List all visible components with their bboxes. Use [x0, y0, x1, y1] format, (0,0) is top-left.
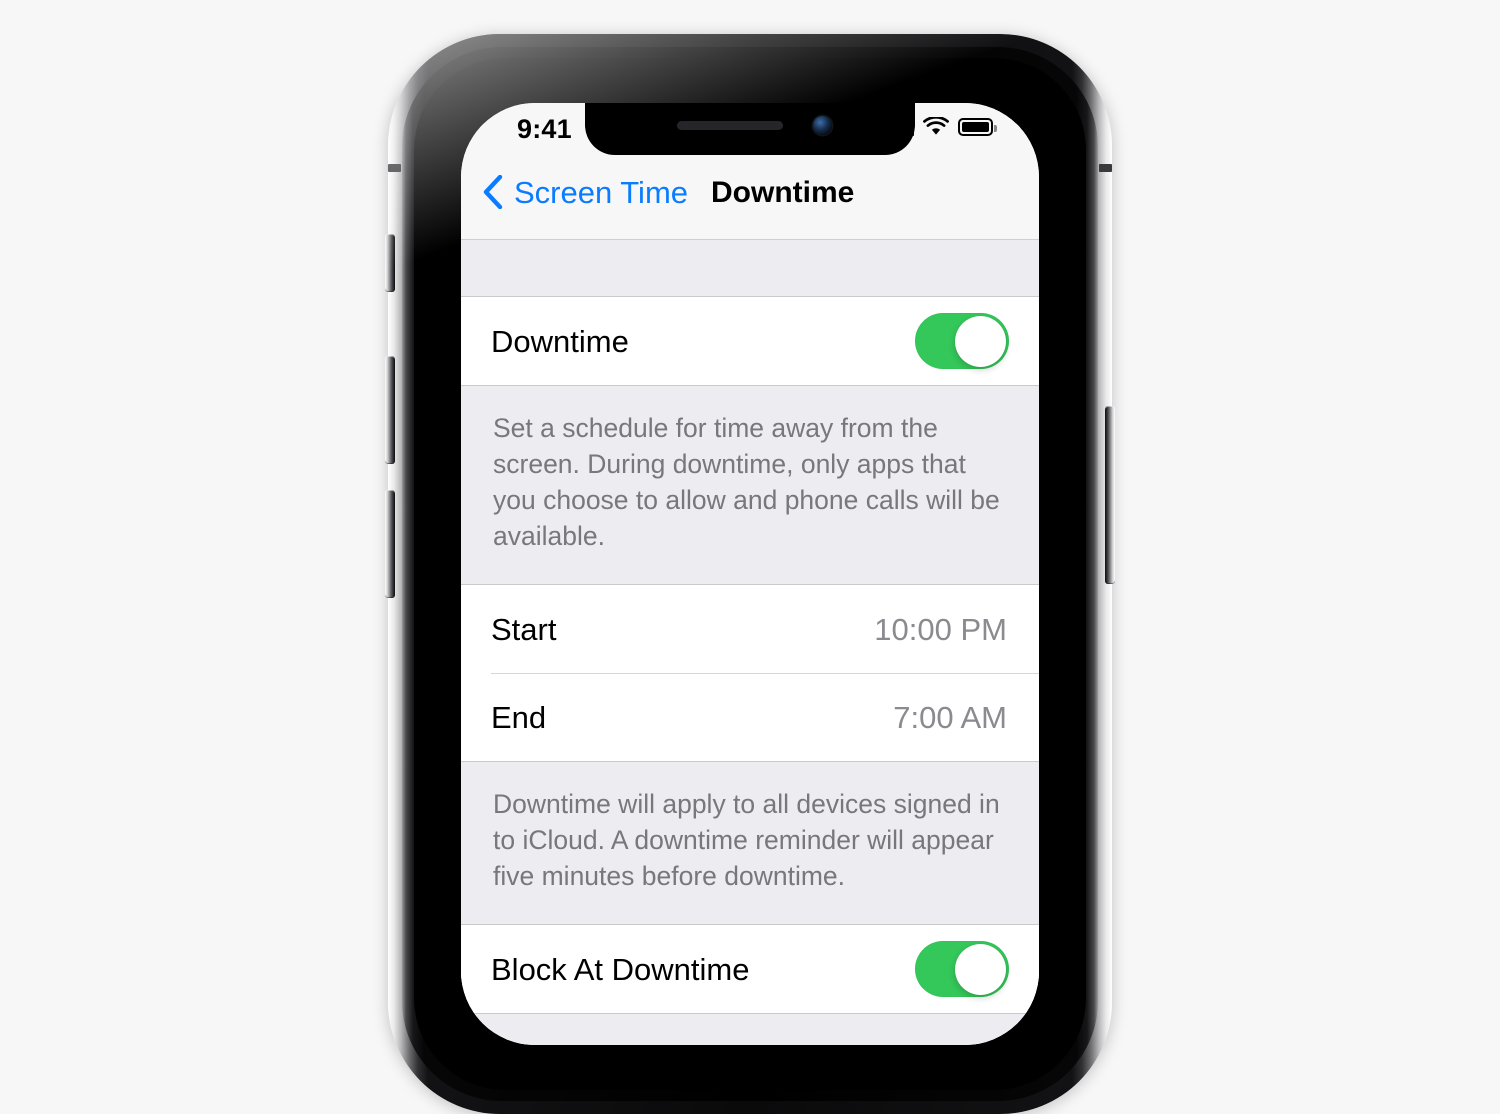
volume-down-button[interactable] [385, 490, 395, 598]
earpiece-speaker-icon [677, 121, 783, 130]
battery-full-icon [958, 117, 997, 136]
antenna-band-right [1099, 164, 1112, 172]
chevron-left-icon [483, 175, 503, 209]
settings-table[interactable]: Downtime Set a schedule for time away fr… [461, 239, 1039, 1045]
back-button-label: Screen Time [514, 174, 689, 210]
row-end-value[interactable]: 7:00 AM [893, 702, 1009, 733]
front-camera-icon [813, 116, 832, 135]
section-schedule-footer: Downtime will apply to all devices signe… [461, 762, 1039, 924]
row-downtime[interactable]: Downtime [461, 297, 1039, 385]
phone-screen: 9:41 Screen Time Downtime Downtime Set a… [461, 103, 1039, 1045]
scene: 9:41 Screen Time Downtime Downtime Set a… [0, 0, 1500, 1114]
row-downtime-label: Downtime [491, 323, 629, 359]
side-power-button[interactable] [1105, 406, 1115, 584]
row-end-label: End [491, 699, 547, 735]
row-start[interactable]: Start 10:00 PM [461, 585, 1039, 673]
status-bar-time: 9:41 [517, 114, 572, 144]
section-block: Block At Downtime [461, 924, 1039, 1014]
block-at-downtime-toggle[interactable] [915, 941, 1009, 997]
volume-up-button[interactable] [385, 356, 395, 464]
section-schedule-footer-text: Downtime will apply to all devices signe… [493, 789, 1000, 891]
page-title: Downtime [711, 176, 855, 209]
downtime-toggle[interactable] [915, 313, 1009, 369]
section-block-footer-text: The device will be blocked at downtime. … [493, 1038, 1007, 1045]
row-start-label: Start [491, 611, 557, 647]
device-bezel: 9:41 Screen Time Downtime Downtime Set a… [414, 58, 1086, 1090]
mute-switch[interactable] [385, 234, 395, 292]
notch [585, 103, 915, 155]
table-top-gap [461, 240, 1039, 296]
wifi-icon [923, 117, 949, 135]
section-downtime: Downtime [461, 296, 1039, 386]
table-top-hairline [461, 239, 1039, 240]
section-block-footer: The device will be blocked at downtime. … [461, 1014, 1039, 1045]
row-start-value[interactable]: 10:00 PM [874, 614, 1009, 645]
section-downtime-footer: Set a schedule for time away from the sc… [461, 386, 1039, 584]
section-downtime-footer-text: Set a schedule for time away from the sc… [493, 413, 1000, 551]
antenna-band-left [388, 164, 401, 172]
back-button[interactable]: Screen Time [483, 175, 688, 209]
section-schedule: Start 10:00 PM End 7:00 AM [461, 584, 1039, 762]
row-end[interactable]: End 7:00 AM [461, 673, 1039, 761]
row-block-at-downtime-label: Block At Downtime [491, 951, 750, 987]
iphone-device: 9:41 Screen Time Downtime Downtime Set a… [385, 34, 1115, 1114]
toggle-knob [955, 943, 1006, 995]
toggle-knob [955, 315, 1006, 367]
navigation-bar: Screen Time Downtime [461, 155, 1039, 239]
